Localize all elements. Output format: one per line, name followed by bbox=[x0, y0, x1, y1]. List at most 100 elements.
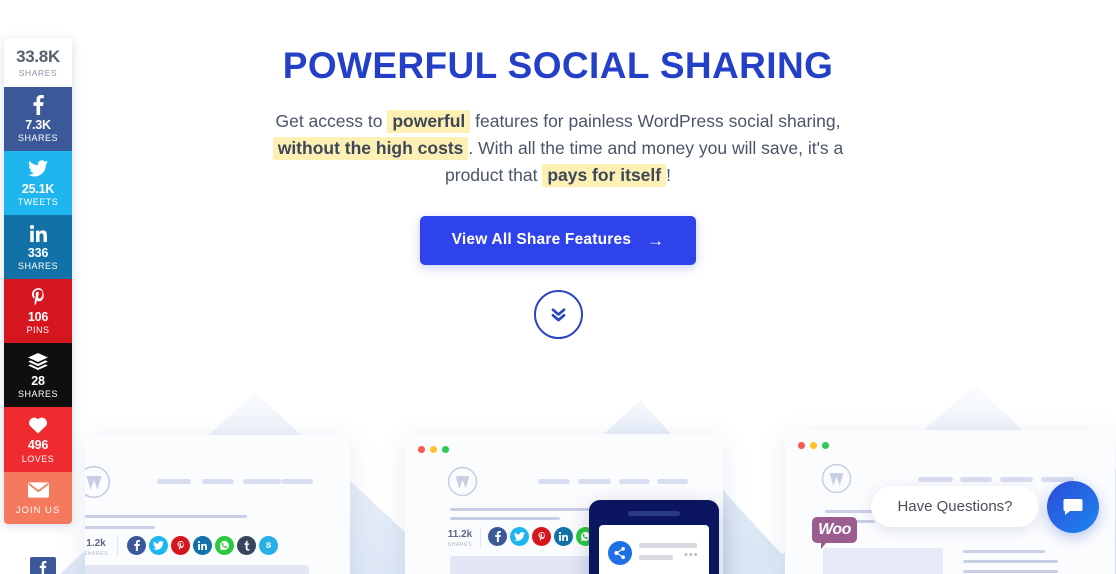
linkedin-icon[interactable] bbox=[193, 536, 212, 555]
pinterest-icon bbox=[4, 286, 72, 308]
linkedin-label: SHARES bbox=[17, 261, 58, 272]
text-placeholder bbox=[963, 550, 1045, 553]
facebook-count: 7.3K bbox=[25, 117, 51, 132]
whatsapp-icon[interactable] bbox=[215, 536, 234, 555]
nav-placeholder bbox=[1000, 477, 1033, 482]
email-label: JOIN US bbox=[15, 504, 61, 516]
skype-icon[interactable] bbox=[259, 536, 278, 555]
twitter-icon[interactable] bbox=[149, 536, 168, 555]
window-controls bbox=[418, 446, 449, 453]
tumblr-icon[interactable] bbox=[237, 536, 256, 555]
card-share-label: SHARES bbox=[447, 541, 473, 548]
woo-label: Woo bbox=[818, 521, 851, 538]
nav-placeholder bbox=[960, 477, 992, 482]
scroll-down-button[interactable] bbox=[533, 290, 583, 340]
wordpress-icon bbox=[85, 465, 111, 499]
content-block bbox=[85, 565, 309, 574]
facebook-icon bbox=[4, 94, 72, 116]
page-root: POWERFUL SOCIAL SHARING Get access to po… bbox=[0, 0, 1116, 574]
share-total-label: SHARES bbox=[18, 67, 58, 78]
browser-window-one: 1.2k SHARES bbox=[85, 435, 350, 574]
text-placeholder bbox=[963, 570, 1058, 573]
linkedin-count: 336 bbox=[27, 246, 49, 261]
text-placeholder bbox=[85, 526, 155, 529]
minimize-dot[interactable] bbox=[430, 446, 437, 453]
nav-placeholder bbox=[657, 479, 688, 484]
maximize-dot[interactable] bbox=[442, 446, 449, 453]
card-share-number: 1.2k bbox=[86, 538, 106, 549]
card-share-count: 1.2k SHARES bbox=[85, 539, 111, 557]
page-title: POWERFUL SOCIAL SHARING bbox=[282, 45, 834, 86]
phone-mockup: ••• bbox=[589, 500, 719, 574]
text-placeholder bbox=[450, 517, 560, 520]
chat-bubble-icon bbox=[1063, 499, 1083, 515]
share-total: 33.8K SHARES bbox=[4, 38, 72, 87]
pinterest-label: PINS bbox=[26, 325, 50, 336]
share-button-linkedin[interactable]: 336 SHARES bbox=[4, 215, 72, 280]
share-button-twitter[interactable]: 25.1K TWEETS bbox=[4, 150, 72, 216]
share-nodes-icon bbox=[608, 541, 632, 565]
hero-section: POWERFUL SOCIAL SHARING Get access to po… bbox=[0, 0, 1116, 340]
text-placeholder bbox=[963, 560, 1058, 563]
floating-share-bar[interactable]: 33.8K SHARES 7.3K SHARES 25.1K TWEETS 33… bbox=[4, 38, 72, 524]
share-button-buffer[interactable]: 28 SHARES bbox=[4, 343, 72, 408]
buffer-label: SHARES bbox=[17, 389, 58, 400]
nav-placeholder bbox=[202, 479, 234, 484]
nav-placeholder bbox=[243, 479, 281, 484]
hero-paragraph: Get access to powerful features for pain… bbox=[248, 108, 868, 189]
share-button-love[interactable]: 496 LOVES bbox=[4, 407, 72, 472]
text-placeholder bbox=[825, 510, 875, 513]
facebook-icon bbox=[39, 560, 47, 574]
heart-icon bbox=[4, 414, 72, 436]
nav-placeholder bbox=[157, 479, 191, 484]
share-total-count: 33.8K bbox=[16, 47, 60, 66]
chat-prompt-bubble[interactable]: Have Questions? bbox=[871, 486, 1039, 527]
nav-placeholder bbox=[578, 479, 611, 484]
twitter-label: TWEETS bbox=[17, 197, 59, 208]
phone-screen: ••• bbox=[599, 525, 709, 574]
facebook-icon[interactable] bbox=[488, 527, 507, 546]
nav-placeholder bbox=[918, 477, 953, 482]
arrow-right-icon: → bbox=[647, 230, 665, 250]
minimize-dot[interactable] bbox=[810, 442, 817, 449]
share-button-pinterest[interactable]: 106 PINS bbox=[4, 279, 72, 344]
double-chevron-down-icon bbox=[551, 308, 565, 322]
highlight-pays-for-itself: pays for itself bbox=[542, 164, 667, 188]
card-share-label: SHARES bbox=[85, 550, 109, 557]
pinterest-count: 106 bbox=[27, 310, 49, 325]
mini-facebook-button[interactable] bbox=[30, 557, 56, 574]
cta-label: View All Share Features bbox=[451, 231, 632, 249]
close-dot[interactable] bbox=[418, 446, 425, 453]
woocommerce-badge: Woo bbox=[812, 517, 857, 549]
phone-speaker bbox=[628, 511, 680, 516]
maximize-dot[interactable] bbox=[822, 442, 829, 449]
share-button-email[interactable]: JOIN US bbox=[4, 471, 72, 524]
view-all-share-features-button[interactable]: View All Share Features → bbox=[419, 216, 697, 266]
close-dot[interactable] bbox=[798, 442, 805, 449]
twitter-icon[interactable] bbox=[510, 527, 529, 546]
nav-placeholder bbox=[281, 479, 313, 484]
text-placeholder bbox=[85, 515, 247, 518]
pinterest-icon[interactable] bbox=[532, 527, 551, 546]
window-controls bbox=[798, 442, 829, 449]
facebook-icon[interactable] bbox=[127, 536, 146, 555]
pinterest-icon[interactable] bbox=[171, 536, 190, 555]
nav-placeholder bbox=[538, 479, 570, 484]
linkedin-icon[interactable] bbox=[554, 527, 573, 546]
text-placeholder bbox=[639, 543, 697, 548]
card-share-number: 11.2k bbox=[447, 529, 473, 540]
love-count: 496 bbox=[27, 438, 49, 453]
ellipsis-icon[interactable]: ••• bbox=[684, 550, 699, 561]
envelope-icon bbox=[4, 479, 72, 501]
twitter-icon bbox=[4, 158, 72, 180]
para-text-1: Get access to bbox=[275, 111, 388, 131]
highlight-without-high-costs: without the high costs bbox=[272, 137, 469, 161]
layers-icon bbox=[4, 350, 72, 372]
divider bbox=[117, 536, 118, 556]
share-button-facebook[interactable]: 7.3K SHARES bbox=[4, 86, 72, 151]
facebook-label: SHARES bbox=[17, 132, 58, 143]
twitter-count: 25.1K bbox=[21, 181, 55, 196]
nav-placeholder bbox=[619, 479, 650, 484]
chat-launcher-button[interactable] bbox=[1047, 481, 1099, 533]
text-placeholder bbox=[639, 555, 673, 560]
